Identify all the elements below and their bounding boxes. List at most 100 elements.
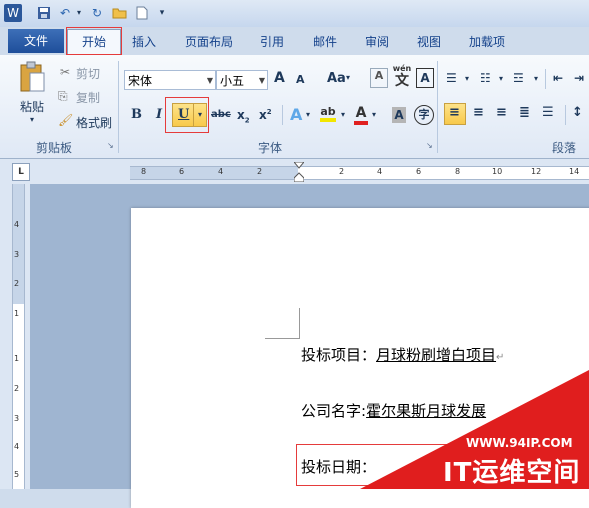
bullets-dropdown-icon[interactable]: ▾ xyxy=(465,74,469,83)
undo-dropdown-icon[interactable]: ▾ xyxy=(72,6,86,20)
horizontal-ruler[interactable]: L 8 6 4 2 2 4 6 8 10 12 14 xyxy=(0,159,589,184)
align-left-icon[interactable]: ≡ xyxy=(449,105,460,120)
vruler-number: 2 xyxy=(14,279,20,288)
tab-addins[interactable]: 加载项 xyxy=(460,31,514,53)
align-right-icon[interactable]: ≡ xyxy=(496,105,507,120)
format-painter-icon[interactable]: 🖌 xyxy=(58,113,73,127)
ruler-number: 8 xyxy=(141,167,147,176)
tab-page-layout[interactable]: 页面布局 xyxy=(178,31,240,53)
ruler-number: 6 xyxy=(416,167,422,176)
multilevel-list-dropdown-icon[interactable]: ▾ xyxy=(534,74,538,83)
numbering-icon[interactable]: ☷ xyxy=(480,71,491,85)
doc-label-date: 投标日期： xyxy=(301,458,377,476)
font-color-bar xyxy=(354,121,368,125)
character-shading-icon[interactable]: A xyxy=(392,107,406,123)
phonetic-guide-pinyin: wén xyxy=(392,64,412,73)
font-color-dropdown-icon[interactable]: ▾ xyxy=(372,110,376,119)
font-color-letter: A xyxy=(355,105,367,121)
align-center-icon[interactable]: ≡ xyxy=(473,105,484,120)
justify-icon[interactable]: ≣ xyxy=(519,105,530,120)
font-size-combo[interactable]: 小五 ▼ xyxy=(216,70,268,90)
font-group-label: 字体 xyxy=(258,141,283,155)
indent-marker-icon[interactable] xyxy=(292,161,306,183)
change-case-icon[interactable]: Aa xyxy=(327,71,346,86)
line-spacing-icon[interactable]: ↕ xyxy=(572,105,583,120)
vruler-number: 5 xyxy=(14,470,20,479)
bold-button[interactable]: B xyxy=(131,107,142,122)
paste-button-label[interactable]: 粘贴 xyxy=(20,98,44,115)
margin-corner-mark xyxy=(265,308,300,339)
document-page[interactable]: 投标项目：月球粉刷增白项目↵ 公司名字:霍尔果斯月球发展 投标日期： xyxy=(131,208,589,508)
enclose-characters-icon[interactable]: 字 xyxy=(414,105,434,125)
vertical-ruler[interactable]: 4 3 2 1 1 2 3 4 5 xyxy=(0,184,30,489)
vruler-number: 1 xyxy=(14,354,20,363)
tab-view[interactable]: 视图 xyxy=(409,31,449,53)
superscript-icon[interactable]: x2 xyxy=(259,108,272,122)
tab-file[interactable]: 文件 xyxy=(8,29,64,53)
superscript-letter: x xyxy=(259,108,267,122)
font-color-icon[interactable]: A xyxy=(354,105,368,125)
font-dialog-launcher-icon[interactable]: ↘ xyxy=(426,141,433,150)
character-border-icon[interactable]: A xyxy=(416,68,434,88)
save-icon[interactable] xyxy=(37,6,51,20)
phonetic-guide-icon[interactable]: wén 文 xyxy=(392,64,412,90)
open-folder-icon[interactable] xyxy=(112,6,127,20)
word-app-icon[interactable]: W xyxy=(4,4,22,22)
font-name-combo[interactable]: 宋体 ▼ xyxy=(124,70,216,90)
clear-formatting-icon[interactable]: A xyxy=(370,68,388,88)
copy-button[interactable]: 复制 xyxy=(76,89,100,106)
italic-button[interactable]: I xyxy=(156,107,162,122)
paste-icon[interactable] xyxy=(18,61,46,93)
doc-line-company[interactable]: 公司名字:霍尔果斯月球发展 xyxy=(301,400,486,421)
cut-icon[interactable]: ✂ xyxy=(60,65,70,79)
ruler-margin-left xyxy=(130,166,298,180)
strikethrough-icon[interactable]: abc xyxy=(211,109,231,120)
tab-references[interactable]: 引用 xyxy=(252,31,292,53)
tab-review[interactable]: 审阅 xyxy=(357,31,397,53)
text-effects-icon[interactable]: A xyxy=(290,105,302,124)
doc-line-project[interactable]: 投标项目：月球粉刷增白项目↵ xyxy=(301,344,504,365)
doc-value-company: 霍尔果斯月球发展 xyxy=(366,402,487,420)
ruler-number: 10 xyxy=(492,167,503,176)
font-name-value: 宋体 xyxy=(128,74,153,88)
bullets-icon[interactable]: ☰ xyxy=(446,71,457,85)
vruler-number: 3 xyxy=(14,414,20,423)
shrink-font-icon[interactable]: A xyxy=(296,73,305,86)
document-area[interactable]: 投标项目：月球粉刷增白项目↵ 公司名字:霍尔果斯月球发展 投标日期： xyxy=(30,184,589,508)
cut-button[interactable]: 剪切 xyxy=(76,65,100,82)
undo-icon[interactable]: ↶ xyxy=(58,6,72,20)
tab-selector-icon[interactable]: L xyxy=(12,163,30,181)
vruler-number: 2 xyxy=(14,384,20,393)
clipboard-dialog-launcher-icon[interactable]: ↘ xyxy=(107,141,114,150)
format-painter-button[interactable]: 格式刷 xyxy=(76,114,112,131)
subscript-icon[interactable]: x2 xyxy=(237,108,250,124)
redo-icon[interactable]: ↻ xyxy=(90,6,104,20)
ruler-number: 2 xyxy=(339,167,345,176)
customize-quick-access-icon[interactable]: ▾ xyxy=(155,6,169,20)
copy-icon[interactable]: ⎘ xyxy=(58,89,68,104)
numbering-dropdown-icon[interactable]: ▾ xyxy=(499,74,503,83)
change-case-dropdown-icon[interactable]: ▾ xyxy=(346,73,350,82)
chevron-down-icon[interactable]: ▼ xyxy=(259,71,265,91)
font-divider xyxy=(282,105,283,125)
doc-value-project: 月球粉刷增白项目 xyxy=(376,346,497,364)
doc-line-date[interactable]: 投标日期： xyxy=(301,456,376,477)
phonetic-guide-char: 文 xyxy=(395,73,409,89)
multilevel-list-icon[interactable]: ☲ xyxy=(513,71,524,85)
vruler-number: 3 xyxy=(14,250,20,259)
text-effects-dropdown-icon[interactable]: ▾ xyxy=(306,110,310,119)
increase-indent-icon[interactable]: ⇥ xyxy=(574,71,584,85)
vruler-number: 1 xyxy=(14,309,20,318)
decrease-indent-icon[interactable]: ⇤ xyxy=(553,71,563,85)
paste-dropdown-icon[interactable]: ▾ xyxy=(30,115,34,124)
tab-mailings[interactable]: 邮件 xyxy=(305,31,345,53)
grow-font-icon[interactable]: A xyxy=(274,70,285,86)
highlight-color-icon[interactable]: ab xyxy=(320,105,336,122)
chevron-down-icon[interactable]: ▼ xyxy=(207,71,213,91)
tab-insert[interactable]: 插入 xyxy=(124,31,164,53)
ruler-number: 6 xyxy=(179,167,185,176)
highlight-box-home-tab xyxy=(66,27,122,55)
highlight-dropdown-icon[interactable]: ▾ xyxy=(341,110,345,119)
distributed-icon[interactable]: ☰ xyxy=(542,105,554,120)
new-document-icon[interactable] xyxy=(135,6,149,20)
